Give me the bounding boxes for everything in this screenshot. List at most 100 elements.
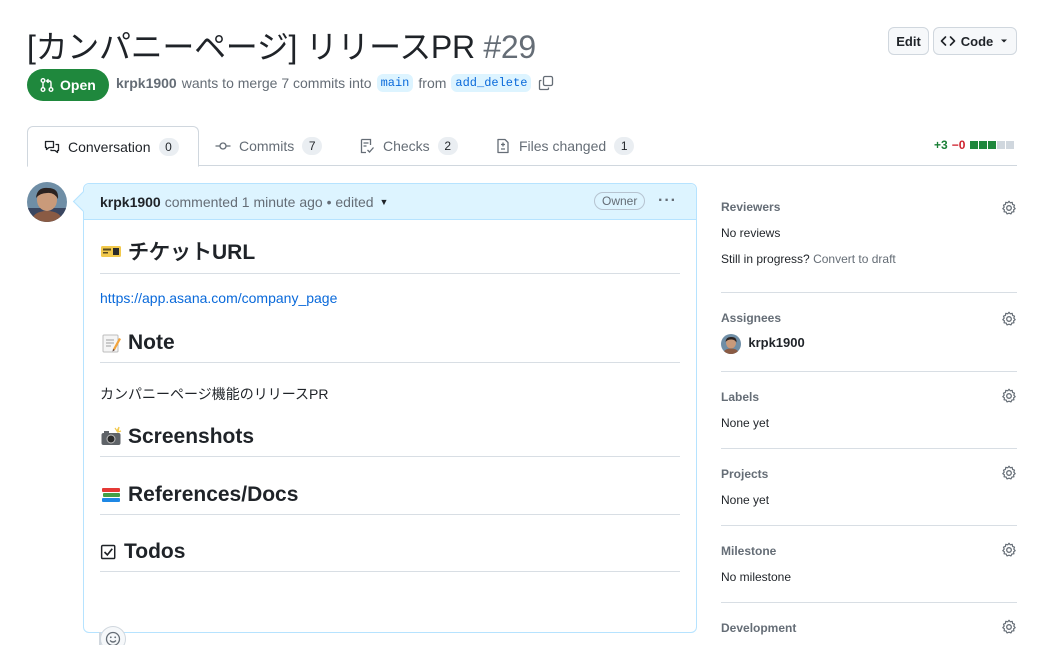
assignee-avatar — [721, 334, 741, 354]
smiley-icon — [105, 631, 121, 645]
code-button-label: Code — [960, 33, 994, 49]
author-avatar[interactable] — [27, 182, 67, 222]
git-pull-request-icon — [40, 78, 54, 92]
code-icon — [940, 36, 956, 46]
pr-number: #29 — [483, 29, 536, 65]
tab-files-changed-label: Files changed — [519, 138, 607, 154]
diffstat-box — [979, 141, 988, 149]
tab-files-changed[interactable]: Files changed 1 — [479, 126, 650, 166]
labels-title[interactable]: Labels — [721, 390, 759, 404]
ticket-emoji-icon — [101, 246, 121, 257]
tab-conversation-count: 0 — [158, 137, 179, 156]
edited-caret-icon[interactable]: ▼ — [380, 197, 389, 207]
head-branch[interactable]: add_delete — [451, 74, 532, 92]
pr-description-comment: krpk1900 commented 1 minute ago • edited… — [83, 183, 697, 645]
diffstat-bar — [969, 138, 1015, 152]
pr-tabs: Conversation 0 Commits 7 Checks 2 Files … — [27, 126, 1017, 167]
still-in-progress: Still in progress? Convert to draft — [721, 252, 896, 266]
gear-icon[interactable] — [1001, 542, 1017, 558]
gear-icon[interactable] — [1001, 388, 1017, 404]
copy-icon[interactable] — [538, 75, 554, 91]
projects-title[interactable]: Projects — [721, 467, 768, 481]
assignee-name: krpk1900 — [748, 335, 805, 351]
memo-emoji-icon — [102, 334, 121, 353]
ticket-url-link[interactable]: https://app.asana.com/company_page — [100, 290, 337, 306]
tab-commits-label: Commits — [239, 138, 295, 154]
pr-state-label: Open — [60, 77, 96, 93]
convert-to-draft-link[interactable]: Convert to draft — [813, 252, 896, 266]
diffstat-box — [970, 141, 979, 149]
sidebar-assignees: Assignees krpk1900 — [721, 307, 1017, 372]
projects-value: None yet — [721, 493, 770, 507]
diffstat-box — [1006, 141, 1015, 149]
pr-title: [カンパニーページ] リリースPR #29 — [27, 22, 536, 68]
kebab-horizontal-icon[interactable]: ··· — [658, 192, 677, 210]
comment-discussion-icon — [44, 140, 60, 153]
diff-deletions: −0 — [951, 138, 966, 152]
diffstat-box — [997, 141, 1006, 149]
from-text: from — [418, 75, 447, 91]
sidebar-projects: Projects None yet — [721, 463, 1017, 526]
labels-value: None yet — [721, 416, 770, 430]
add-reaction-button[interactable] — [100, 626, 126, 645]
assignee-item[interactable]: krpk1900 — [721, 334, 805, 354]
comment-edited[interactable]: • edited — [327, 194, 374, 210]
sidebar-development: Development — [721, 617, 1017, 645]
tab-commits[interactable]: Commits 7 — [199, 126, 338, 166]
reviewers-title[interactable]: Reviewers — [721, 200, 780, 214]
pr-meta: krpk1900 wants to merge 7 commits into m… — [116, 74, 554, 92]
pr-state-badge: Open — [27, 69, 109, 101]
code-button[interactable]: Code — [933, 27, 1017, 55]
comment-author[interactable]: krpk1900 — [100, 194, 161, 210]
sidebar-milestone: Milestone No milestone — [721, 540, 1017, 603]
heading-ticket: チケットURL — [100, 236, 680, 274]
heading-references: References/Docs — [100, 483, 680, 515]
no-reviews-text: No reviews — [721, 226, 781, 240]
edit-button[interactable]: Edit — [888, 27, 929, 55]
note-text: カンパニーページ機能のリリースPR — [100, 386, 329, 402]
milestone-value: No milestone — [721, 570, 792, 584]
gear-icon[interactable] — [1001, 619, 1017, 635]
sidebar-labels: Labels None yet — [721, 386, 1017, 449]
timeline-line — [99, 632, 101, 645]
comment-time[interactable]: 1 minute ago — [242, 194, 323, 210]
diffstat-box — [988, 141, 997, 149]
pr-author-link[interactable]: krpk1900 — [116, 75, 177, 91]
tab-checks-label: Checks — [383, 138, 430, 154]
books-emoji-icon — [102, 488, 120, 502]
heading-screenshots: Screenshots — [100, 425, 680, 457]
owner-badge: Owner — [594, 192, 646, 210]
edit-button-label: Edit — [896, 33, 921, 49]
heading-screenshots-text: Screenshots — [128, 425, 255, 448]
tab-files-changed-count: 1 — [614, 137, 635, 155]
pr-title-text: [カンパニーページ] リリースPR — [27, 29, 475, 65]
milestone-title[interactable]: Milestone — [721, 544, 776, 558]
tab-conversation[interactable]: Conversation 0 — [27, 126, 199, 167]
development-title[interactable]: Development — [721, 621, 796, 635]
merge-text: wants to merge 7 commits into — [181, 75, 372, 91]
tab-checks-count: 2 — [437, 137, 458, 155]
heading-todos-text: Todos — [124, 540, 186, 563]
diff-additions: +3 — [934, 138, 948, 152]
gear-icon[interactable] — [1001, 311, 1017, 327]
checklist-icon — [360, 138, 374, 154]
commit-icon — [215, 142, 231, 150]
camera-flash-emoji-icon — [101, 426, 122, 445]
heading-note: Note — [100, 331, 680, 363]
tab-conversation-label: Conversation — [68, 138, 151, 155]
base-branch[interactable]: main — [376, 74, 414, 92]
heading-references-text: References/Docs — [128, 483, 299, 506]
triangle-down-icon — [1001, 39, 1008, 43]
comment-action: commented — [164, 193, 238, 210]
heading-todos: Todos — [100, 540, 680, 572]
assignees-title[interactable]: Assignees — [721, 311, 781, 325]
ballot-box-check-icon — [100, 544, 116, 560]
file-diff-icon — [497, 138, 509, 154]
sidebar-reviewers: Reviewers No reviews Still in progress? … — [721, 196, 1017, 293]
heading-ticket-text: チケットURL — [128, 241, 256, 264]
gear-icon[interactable] — [1001, 465, 1017, 481]
gear-icon[interactable] — [1001, 200, 1017, 216]
diffstat: +3 −0 — [934, 138, 1015, 152]
heading-note-text: Note — [128, 331, 175, 354]
tab-checks[interactable]: Checks 2 — [343, 126, 474, 166]
